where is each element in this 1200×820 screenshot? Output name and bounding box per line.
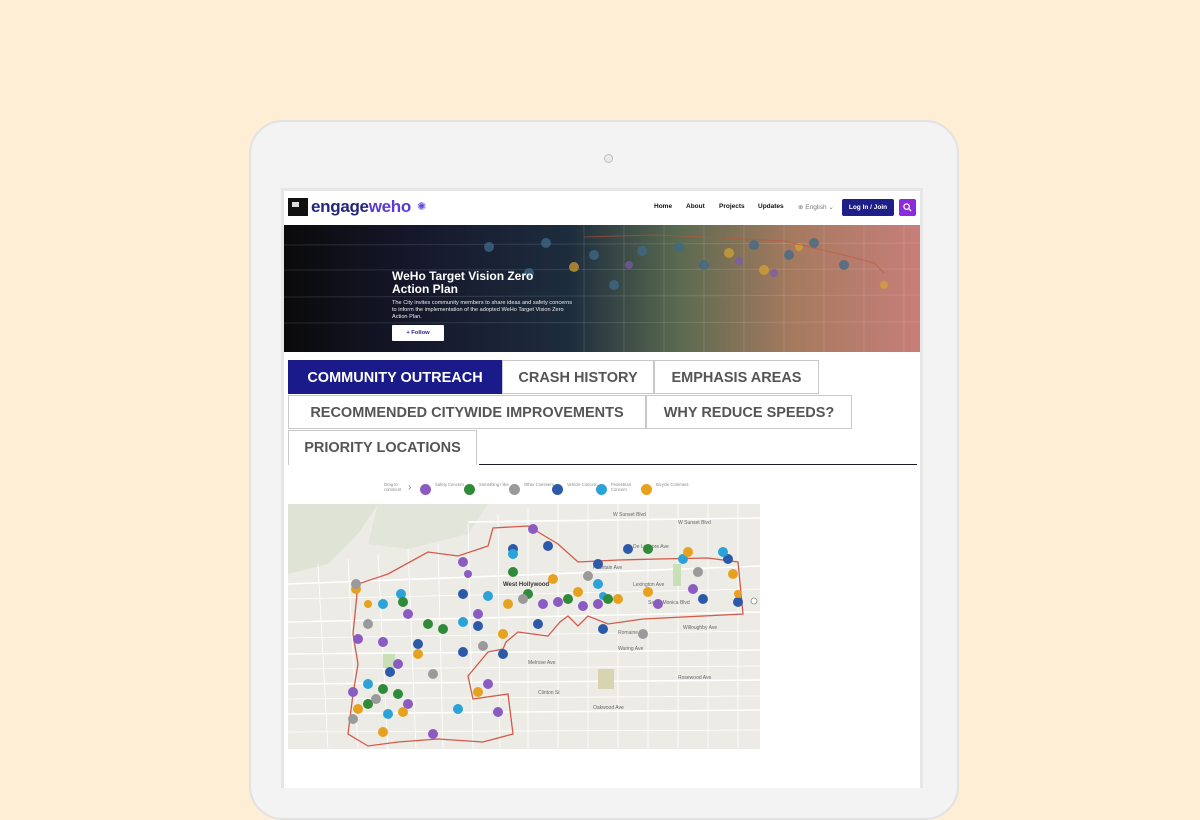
camera-icon [604, 154, 613, 163]
svg-text:W Sunset Blvd: W Sunset Blvd [613, 512, 646, 518]
hero-description: The City invites community members to sh… [392, 300, 573, 320]
language-label: English [805, 204, 827, 211]
svg-text:Rosewood Ave: Rosewood Ave [678, 675, 711, 681]
chevron-right-icon: › [408, 482, 412, 493]
bicycle-icon [641, 484, 652, 495]
tab-why-reduce-speeds[interactable]: WHY REDUCE SPEEDS? [646, 395, 852, 429]
svg-text:West Hollywood: West Hollywood [503, 582, 550, 588]
sparkle-icon: ✺ [417, 201, 427, 213]
pedestrian-icon [596, 484, 607, 495]
tab-priority-locations[interactable]: PRIORITY LOCATIONS [288, 430, 477, 465]
hero-title: WeHo Target Vision Zero Action Plan [392, 269, 534, 296]
svg-text:Waring Ave: Waring Ave [618, 646, 644, 652]
tab-crash-history[interactable]: CRASH HISTORY [502, 360, 654, 394]
follow-button[interactable]: + Follow [392, 325, 444, 341]
site-logo[interactable]: engageweho [311, 197, 411, 217]
logo-engage: engage [311, 197, 369, 216]
city-logo-icon[interactable] [288, 198, 308, 216]
drag-to-comment-label: Drag to comment [384, 482, 402, 492]
browser-screen: engageweho ✺ Home About Projects Updates… [281, 188, 923, 788]
comment-icon [509, 484, 520, 495]
hero-banner: WeHo Target Vision Zero Action Plan The … [284, 225, 920, 352]
language-selector[interactable]: ⊕ English ⌄ [798, 203, 834, 211]
top-nav: engageweho ✺ Home About Projects Updates… [284, 191, 920, 223]
tab-emphasis-areas[interactable]: EMPHASIS AREAS [654, 360, 819, 394]
nav-home[interactable]: Home [654, 203, 672, 210]
tab-community-outreach[interactable]: COMMUNITY OUTREACH [288, 360, 502, 394]
chevron-down-icon: ⌄ [828, 204, 834, 211]
nav-updates[interactable]: Updates [758, 203, 784, 210]
comment-legend: Drag to comment › Safety Concern Somethi… [384, 481, 714, 503]
legend-bicycle-comment[interactable]: Bicycle Comment [641, 481, 701, 503]
comment-map[interactable]: West Hollywood W Sunset Blvd W Sunset Bl… [288, 504, 760, 749]
search-icon [903, 203, 912, 212]
svg-text:Melrose Ave: Melrose Ave [528, 660, 556, 666]
svg-text:Clinton St: Clinton St [538, 690, 560, 696]
svg-text:W Sunset Blvd: W Sunset Blvd [678, 520, 711, 526]
svg-text:Willoughby Ave: Willoughby Ave [683, 625, 717, 631]
logo-weho: weho [368, 197, 412, 216]
svg-text:Oakwood Ave: Oakwood Ave [593, 705, 624, 711]
search-button[interactable] [899, 199, 916, 216]
warning-icon [420, 484, 431, 495]
login-join-button[interactable]: Log In / Join [842, 199, 894, 216]
content-tabs: COMMUNITY OUTREACH CRASH HISTORY EMPHASI… [288, 360, 920, 465]
car-icon [552, 484, 563, 495]
nav-projects[interactable]: Projects [719, 203, 745, 210]
globe-icon: ⊕ [798, 204, 804, 211]
tab-divider [479, 464, 917, 465]
tab-recommended-citywide-improvements[interactable]: RECOMMENDED CITYWIDE IMPROVEMENTS [288, 395, 646, 429]
nav-about[interactable]: About [686, 203, 705, 210]
legend-label: Bicycle Comment [656, 482, 689, 487]
thumbs-up-icon [464, 484, 475, 495]
hero-map-background [284, 225, 920, 352]
map-canvas[interactable]: West Hollywood W Sunset Blvd W Sunset Bl… [288, 504, 760, 749]
